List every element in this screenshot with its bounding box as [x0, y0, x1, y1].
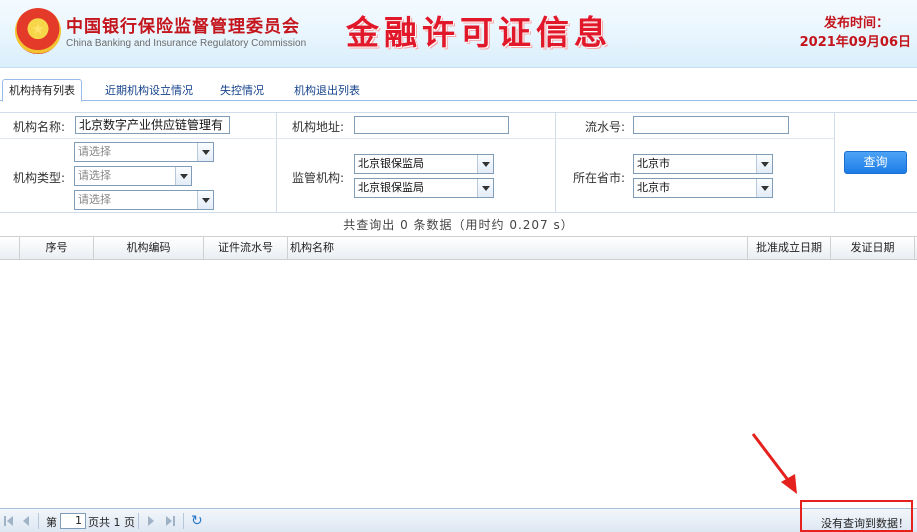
chevron-down-icon[interactable] [756, 155, 772, 173]
org-type-select-1[interactable]: 请选择 [74, 142, 214, 162]
result-summary: 共查询出 0 条数据（用时约 0.207 s） [343, 218, 574, 232]
grid-header: 序号 机构编码 证件流水号 机构名称 批准成立日期 发证日期 [0, 236, 917, 260]
national-emblem-icon: ★ [15, 8, 61, 54]
column-header[interactable]: 发证日期 [831, 237, 915, 259]
annotation-arrow-icon [751, 433, 797, 494]
pager-separator [183, 513, 184, 529]
column-header[interactable]: 机构编码 [94, 237, 204, 259]
province-label: 所在省市: [573, 171, 626, 185]
page-title: 金融许可证信息 [346, 13, 612, 52]
org-name-en: China Banking and Insurance Regulatory C… [66, 38, 307, 49]
annotation-highlight-box [800, 500, 913, 532]
form-divider [0, 138, 834, 139]
org-name-input[interactable]: 北京数字产业供应链管理有 [75, 116, 230, 134]
province-select-1[interactable]: 北京市 [633, 154, 773, 174]
serial-input[interactable] [633, 116, 789, 134]
chevron-down-icon[interactable] [477, 179, 493, 197]
page-suffix: 页共 1 页 [88, 516, 135, 529]
query-button[interactable]: 查询 [844, 151, 907, 174]
next-page-icon[interactable] [145, 515, 157, 527]
publish-label: 发布时间： [823, 16, 889, 31]
publish-date: 2021年09月06日 [799, 35, 911, 50]
chevron-down-icon[interactable] [175, 167, 191, 185]
org-type-select-3[interactable]: 请选择 [74, 190, 214, 210]
row-number-column [0, 237, 20, 259]
regulator-select-2[interactable]: 北京银保监局 [354, 178, 494, 198]
serial-label: 流水号: [585, 120, 626, 134]
org-address-input[interactable] [354, 116, 509, 134]
form-divider [834, 113, 835, 213]
org-name-label: 机构名称: [13, 120, 66, 134]
tab-exit-list[interactable]: 机构退出列表 [288, 81, 366, 101]
regulator-select-1[interactable]: 北京银保监局 [354, 154, 494, 174]
search-form: 机构名称: 北京数字产业供应链管理有 机构地址: 流水号: 机构类型: 请选择 … [0, 112, 917, 213]
page-prefix: 第 [46, 516, 57, 529]
org-type-label: 机构类型: [13, 171, 66, 185]
org-address-label: 机构地址: [292, 120, 345, 134]
org-name-cn: 中国银行保险监督管理委员会 [66, 17, 300, 37]
column-header[interactable]: 序号 [20, 237, 94, 259]
chevron-down-icon[interactable] [197, 143, 213, 161]
tab-bar: 机构持有列表 近期机构设立情况 失控情况 机构退出列表 [0, 77, 917, 102]
org-type-select-2[interactable]: 请选择 [74, 166, 192, 186]
province-select-2[interactable]: 北京市 [633, 178, 773, 198]
pager-separator [138, 513, 139, 529]
form-divider [555, 113, 556, 213]
chevron-down-icon[interactable] [756, 179, 772, 197]
column-header[interactable]: 证件流水号 [204, 237, 288, 259]
header-banner: ★ 中国银行保险监督管理委员会 China Banking and Insura… [0, 0, 917, 68]
pagination-bar: 第 1 页共 1 页 ↻ 没有查询到数据！ [0, 508, 917, 532]
tab-holding-list[interactable]: 机构持有列表 [2, 79, 82, 102]
tab-out-of-control[interactable]: 失控情况 [214, 81, 270, 101]
form-divider [276, 113, 277, 213]
tab-recent-setup[interactable]: 近期机构设立情况 [99, 81, 199, 101]
chevron-down-icon[interactable] [197, 191, 213, 209]
chevron-down-icon[interactable] [477, 155, 493, 173]
regulator-label: 监管机构: [292, 171, 345, 185]
last-page-icon[interactable] [164, 515, 176, 527]
page: ★ 中国银行保险监督管理委员会 China Banking and Insura… [0, 0, 917, 532]
column-header[interactable]: 批准成立日期 [748, 237, 831, 259]
pager-separator [38, 513, 39, 529]
column-header[interactable]: 机构名称 [288, 237, 748, 259]
first-page-icon[interactable] [3, 515, 15, 527]
previous-page-icon[interactable] [20, 515, 32, 527]
page-number-input[interactable]: 1 [60, 513, 86, 529]
refresh-icon[interactable]: ↻ [191, 514, 205, 528]
